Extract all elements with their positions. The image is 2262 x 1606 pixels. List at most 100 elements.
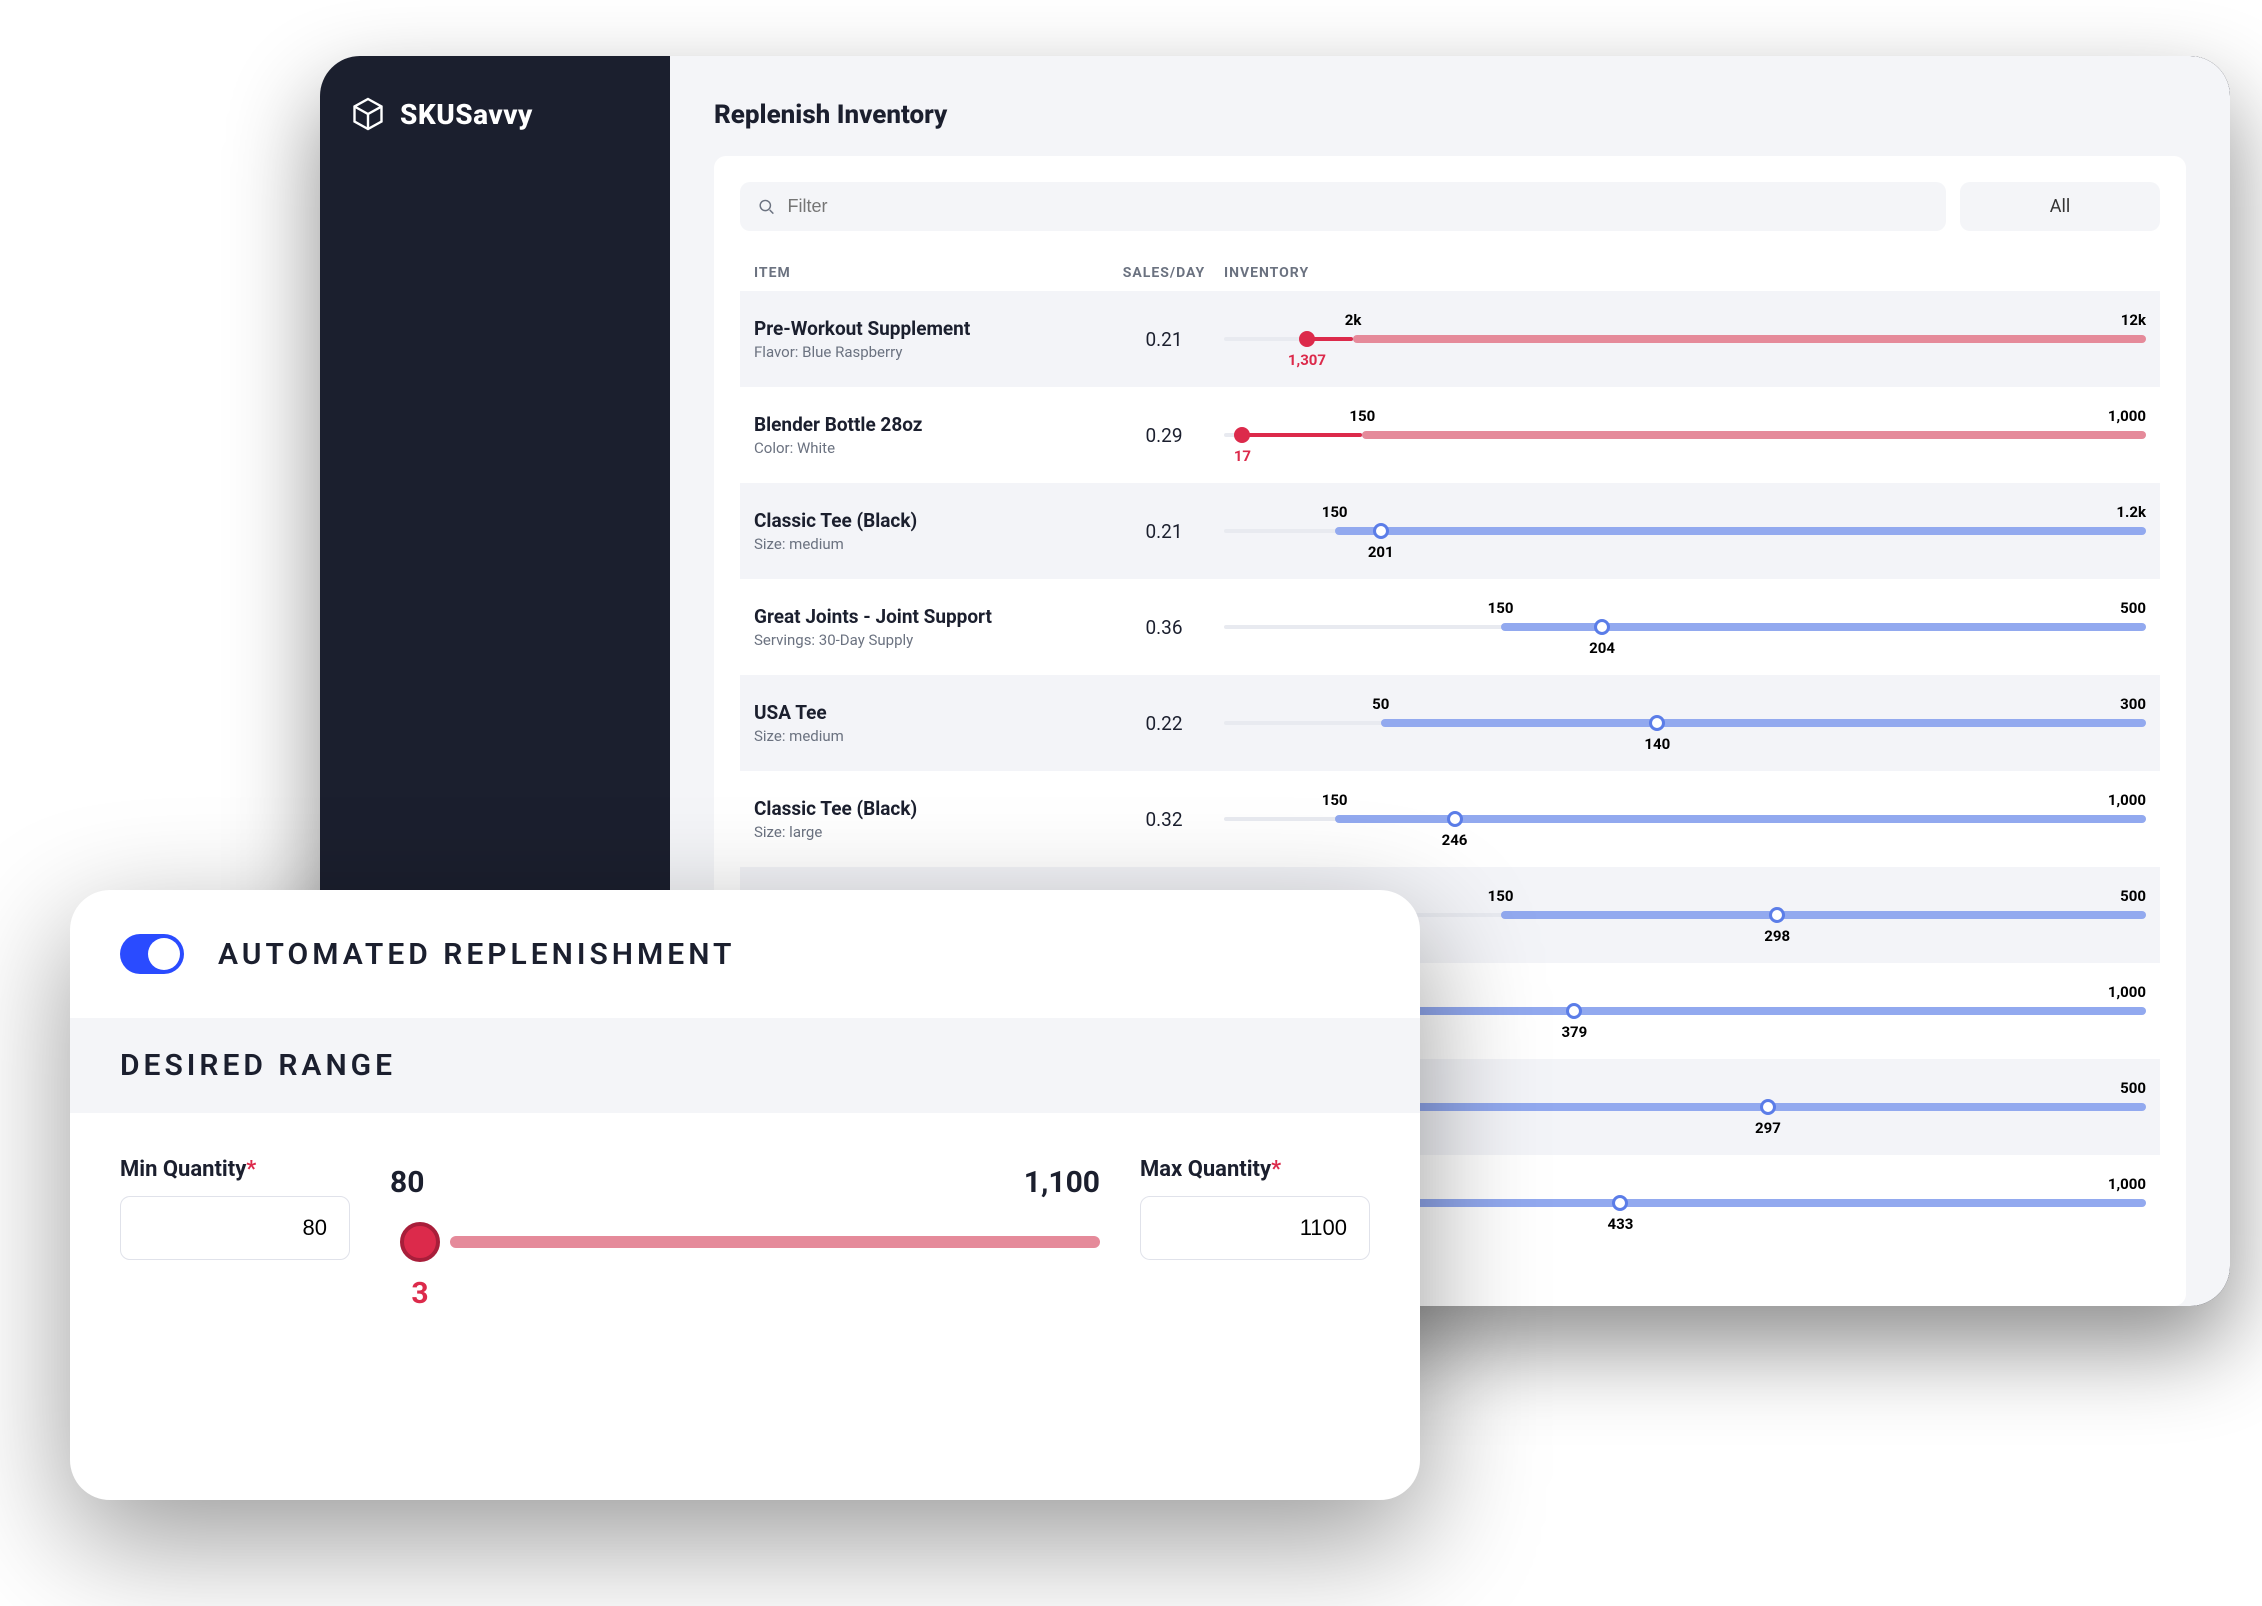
item-subtitle: Size: large [754, 823, 1104, 841]
min-label: 150 [1322, 503, 1348, 521]
current-inventory-dot[interactable] [1566, 1003, 1582, 1019]
current-value-label: 1,307 [1288, 351, 1326, 369]
max-label: 500 [2120, 1079, 2146, 1097]
filter-all-button[interactable]: All [1960, 182, 2160, 231]
sales-per-day: 0.36 [1104, 616, 1224, 639]
current-inventory-dot[interactable] [1769, 907, 1785, 923]
item-subtitle: Size: medium [754, 535, 1104, 553]
inventory-range[interactable]: 150 1.2k 201 [1224, 501, 2146, 561]
page-title: Replenish Inventory [714, 100, 2186, 130]
current-inventory-dot[interactable] [1649, 715, 1665, 731]
auto-replenish-label: AUTOMATED REPLENISHMENT [218, 937, 735, 972]
min-label: 2k [1345, 311, 1362, 329]
max-label: 1,000 [2108, 983, 2146, 1001]
min-quantity-block: Min Quantity* [120, 1157, 350, 1260]
sales-per-day: 0.29 [1104, 424, 1224, 447]
desired-range-label: DESIRED RANGE [120, 1048, 1370, 1083]
table-row[interactable]: Blender Bottle 28oz Color: White 0.29 15… [740, 387, 2160, 483]
item-subtitle: Size: medium [754, 727, 1104, 745]
toggle-knob [148, 938, 180, 970]
max-quantity-input[interactable] [1140, 1196, 1370, 1260]
max-label: 300 [2120, 695, 2146, 713]
filter-field[interactable] [740, 182, 1946, 231]
filter-input[interactable] [788, 196, 1928, 217]
slider-high-label: 1,100 [1024, 1165, 1100, 1200]
max-label: 12k [2121, 311, 2146, 329]
item-name: Blender Bottle 28oz [754, 413, 1104, 436]
brand-text: SKUSavvy [400, 98, 533, 131]
table-row[interactable]: Great Joints - Joint Support Servings: 3… [740, 579, 2160, 675]
slider-end-labels: 80 1,100 [390, 1165, 1100, 1200]
range-fill [1501, 911, 2146, 919]
current-value-label: 379 [1561, 1023, 1587, 1041]
range-fill [1381, 719, 2146, 727]
item-name: Pre-Workout Supplement [754, 317, 1104, 340]
table-row[interactable]: Classic Tee (Black) Size: medium 0.21 15… [740, 483, 2160, 579]
item-cell: Great Joints - Joint Support Servings: 3… [754, 605, 1104, 649]
range-fill [1353, 335, 2146, 343]
max-label: 1,000 [2108, 791, 2146, 809]
slider-low-label: 80 [390, 1165, 424, 1200]
required-indicator: * [246, 1157, 256, 1182]
item-cell: Classic Tee (Black) Size: large [754, 797, 1104, 841]
search-icon [758, 198, 776, 216]
replenishment-card: AUTOMATED REPLENISHMENT DESIRED RANGE Mi… [70, 890, 1420, 1500]
max-quantity-block: Max Quantity* [1140, 1157, 1370, 1260]
col-item: ITEM [754, 265, 1104, 281]
max-label: 1,000 [2108, 407, 2146, 425]
current-inventory-dot[interactable] [1594, 619, 1610, 635]
toolbar: All [740, 182, 2160, 231]
current-value-label: 298 [1764, 927, 1790, 945]
min-quantity-label: Min Quantity* [120, 1157, 350, 1182]
max-label: 1,000 [2108, 1175, 2146, 1193]
item-name: USA Tee [754, 701, 1104, 724]
inventory-range[interactable]: 150 1,000 17 [1224, 405, 2146, 465]
table-row[interactable]: Classic Tee (Black) Size: large 0.32 150… [740, 771, 2160, 867]
item-cell: Blender Bottle 28oz Color: White [754, 413, 1104, 457]
max-label: 500 [2120, 599, 2146, 617]
table-row[interactable]: Pre-Workout Supplement Flavor: Blue Rasp… [740, 291, 2160, 387]
table-header: ITEM SALES/DAY INVENTORY [740, 255, 2160, 291]
slider-fill [450, 1236, 1100, 1248]
inventory-range[interactable]: 150 1,000 246 [1224, 789, 2146, 849]
current-inventory-dot[interactable] [1299, 331, 1315, 347]
inventory-range[interactable]: 150 500 204 [1224, 597, 2146, 657]
table-row[interactable]: USA Tee Size: medium 0.22 50 300 140 [740, 675, 2160, 771]
current-inventory-dot[interactable] [1760, 1099, 1776, 1115]
min-label: 150 [1488, 887, 1514, 905]
col-inventory: INVENTORY [1224, 265, 2146, 281]
current-inventory-dot[interactable] [1234, 427, 1250, 443]
current-value-label: 297 [1755, 1119, 1781, 1137]
max-quantity-label: Max Quantity* [1140, 1157, 1370, 1182]
range-fill [1335, 527, 2146, 535]
current-inventory-dot[interactable] [1447, 811, 1463, 827]
filter-all-label: All [2050, 196, 2071, 217]
current-inventory-dot[interactable] [1612, 1195, 1628, 1211]
item-cell: USA Tee Size: medium [754, 701, 1104, 745]
current-value-label: 140 [1644, 735, 1670, 753]
current-value-label: 17 [1234, 447, 1251, 465]
required-indicator: * [1271, 1157, 1281, 1182]
current-inventory-dot[interactable] [1373, 523, 1389, 539]
slider-handle[interactable] [400, 1222, 440, 1262]
range-fill [1362, 431, 2146, 439]
range-deficit [1242, 433, 1362, 437]
max-label: 500 [2120, 887, 2146, 905]
min-quantity-input[interactable] [120, 1196, 350, 1260]
sales-per-day: 0.32 [1104, 808, 1224, 831]
min-label: 50 [1372, 695, 1389, 713]
item-name: Classic Tee (Black) [754, 509, 1104, 532]
range-slider[interactable]: 80 1,100 3 [390, 1157, 1100, 1250]
inventory-range[interactable]: 2k 12k 1,307 [1224, 309, 2146, 369]
current-value-label: 433 [1608, 1215, 1634, 1233]
min-label: 150 [1488, 599, 1514, 617]
brand-logo: SKUSavvy [350, 96, 640, 132]
min-label: 150 [1322, 791, 1348, 809]
item-subtitle: Servings: 30-Day Supply [754, 631, 1104, 649]
inventory-range[interactable]: 50 300 140 [1224, 693, 2146, 753]
current-value-label: 204 [1589, 639, 1615, 657]
item-name: Classic Tee (Black) [754, 797, 1104, 820]
range-body: Min Quantity* 80 1,100 3 Max Quantity* [70, 1113, 1420, 1500]
auto-replenish-toggle[interactable] [120, 934, 184, 974]
item-subtitle: Color: White [754, 439, 1104, 457]
